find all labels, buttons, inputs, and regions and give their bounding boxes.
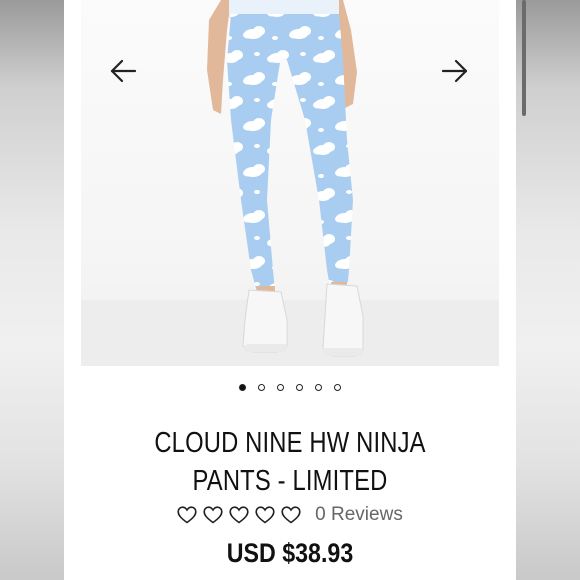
arrow-left-icon (110, 59, 137, 83)
pagination-dot-active[interactable] (239, 384, 246, 391)
scrollbar-thumb[interactable] (522, 0, 526, 116)
rating-row: 0 Reviews (64, 504, 516, 526)
pagination-dot[interactable] (334, 384, 341, 391)
heart-icon (229, 506, 249, 524)
previous-image-button[interactable] (108, 56, 138, 86)
product-price: USD $38.93 (226, 538, 354, 568)
product-photo (81, 0, 499, 366)
pagination-dot[interactable] (258, 384, 265, 391)
heart-icon (203, 506, 223, 524)
scrollbar[interactable] (522, 0, 526, 120)
product-image[interactable] (81, 0, 499, 366)
pagination-dot[interactable] (315, 384, 322, 391)
heart-icon (255, 506, 275, 524)
heart-icon (177, 506, 197, 524)
gallery-pagination (64, 384, 516, 391)
product-title: CLOUD NINE HW NINJA PANTS - LIMITED (154, 427, 426, 497)
heart-icon (281, 506, 301, 524)
product-page: CLOUD NINE HW NINJA PANTS - LIMITED 0 Re… (64, 0, 516, 580)
blurred-left-panel (0, 0, 64, 580)
reviews-link[interactable]: 0 Reviews (315, 504, 403, 526)
next-image-button[interactable] (440, 56, 470, 86)
pagination-dot[interactable] (296, 384, 303, 391)
arrow-right-icon (441, 59, 468, 83)
rating-hearts[interactable] (177, 506, 301, 524)
pagination-dot[interactable] (277, 384, 284, 391)
